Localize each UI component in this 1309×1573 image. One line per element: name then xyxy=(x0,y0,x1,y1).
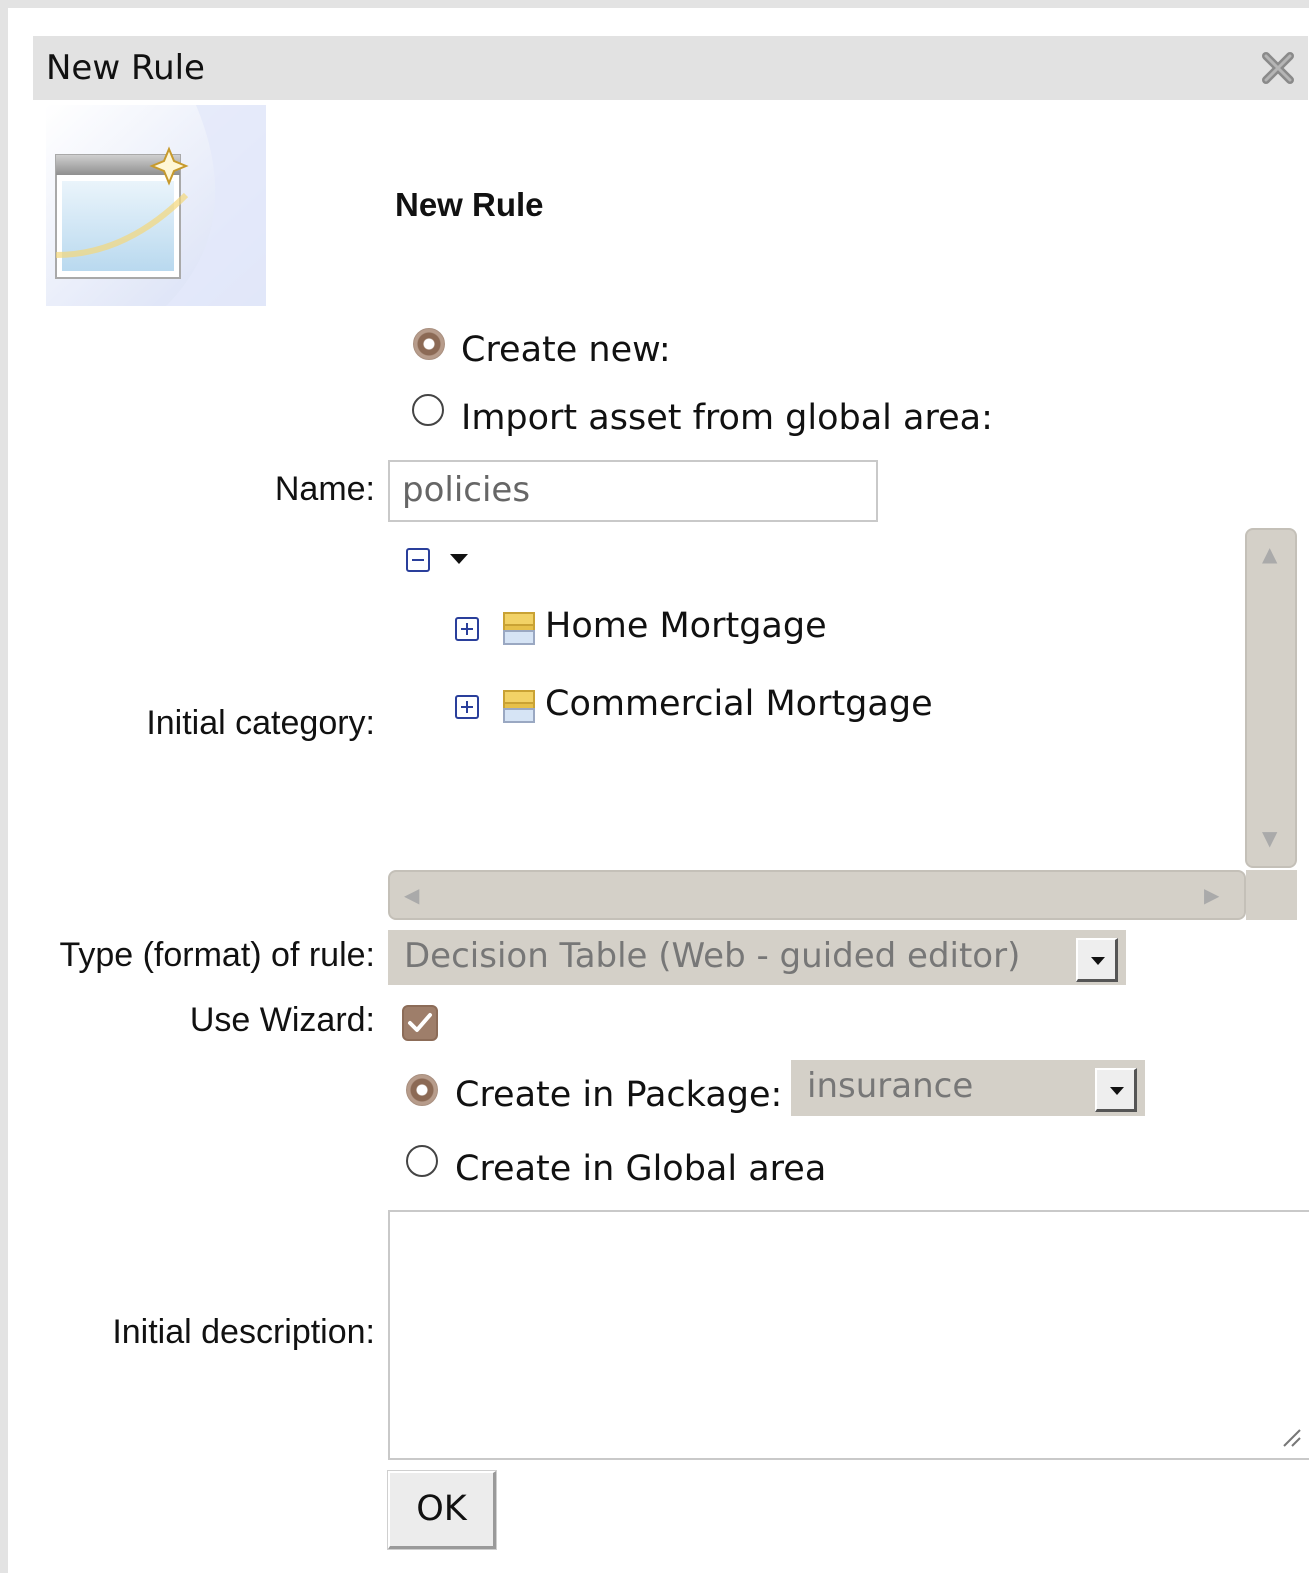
expand-icon[interactable] xyxy=(455,617,479,641)
scroll-corner xyxy=(1246,870,1297,920)
resize-grip-icon[interactable] xyxy=(1280,1426,1302,1448)
tree-item-commercial-mortgage[interactable]: Commercial Mortgage xyxy=(545,684,933,724)
scroll-right-icon[interactable]: ▶ xyxy=(1204,883,1219,907)
tree-horizontal-scrollbar[interactable]: ◀ ▶ xyxy=(388,870,1246,920)
dropdown-arrow-icon[interactable] xyxy=(1095,1068,1137,1112)
create-in-global-radio[interactable] xyxy=(406,1145,438,1177)
name-input[interactable]: policies xyxy=(388,460,878,522)
checkbox-checked-icon xyxy=(408,1013,432,1032)
use-wizard-checkbox[interactable] xyxy=(402,1005,438,1041)
initial-category-label: Initial category: xyxy=(146,704,375,742)
create-in-global-label[interactable]: Create in Global area xyxy=(455,1149,826,1189)
dialog-titlebar[interactable]: New Rule xyxy=(33,36,1308,100)
expand-icon[interactable] xyxy=(455,695,479,719)
collapse-icon[interactable] xyxy=(406,548,430,572)
new-rule-wizard-icon xyxy=(46,105,266,306)
rule-type-value: Decision Table (Web - guided editor) xyxy=(404,936,1021,976)
scroll-down-icon[interactable]: ▼ xyxy=(1262,826,1277,850)
package-value: insurance xyxy=(807,1066,974,1106)
rule-type-label: Type (format) of rule: xyxy=(59,936,375,974)
tree-vertical-scrollbar[interactable]: ▲ ▼ xyxy=(1245,528,1297,868)
category-folder-icon xyxy=(503,612,535,645)
package-select[interactable]: insurance xyxy=(791,1060,1145,1116)
dialog-heading: New Rule xyxy=(395,186,544,223)
import-asset-label[interactable]: Import asset from global area: xyxy=(461,398,993,438)
new-rule-dialog: New Rule New Rule Create new: Import ass… xyxy=(0,0,1309,1573)
category-tree[interactable] xyxy=(388,528,1298,921)
scroll-left-icon[interactable]: ◀ xyxy=(404,883,419,907)
import-asset-radio[interactable] xyxy=(412,394,444,426)
dropdown-arrow-icon[interactable] xyxy=(450,554,468,564)
use-wizard-label: Use Wizard: xyxy=(189,1001,375,1039)
create-in-package-label[interactable]: Create in Package: xyxy=(455,1075,782,1115)
dropdown-arrow-icon[interactable] xyxy=(1076,938,1118,982)
tree-item-home-mortgage[interactable]: Home Mortgage xyxy=(545,606,827,646)
category-folder-icon xyxy=(503,690,535,723)
ok-button[interactable]: OK xyxy=(388,1471,496,1549)
description-textarea[interactable] xyxy=(388,1210,1309,1460)
close-icon[interactable] xyxy=(1256,46,1300,90)
dialog-title: New Rule xyxy=(46,48,205,88)
rule-type-select[interactable]: Decision Table (Web - guided editor) xyxy=(388,930,1126,985)
name-label: Name: xyxy=(274,470,375,508)
scroll-up-icon[interactable]: ▲ xyxy=(1262,542,1277,566)
create-new-label[interactable]: Create new: xyxy=(461,330,671,370)
create-in-package-radio[interactable] xyxy=(406,1074,438,1106)
create-new-radio[interactable] xyxy=(413,328,445,360)
initial-description-label: Initial description: xyxy=(112,1313,375,1351)
